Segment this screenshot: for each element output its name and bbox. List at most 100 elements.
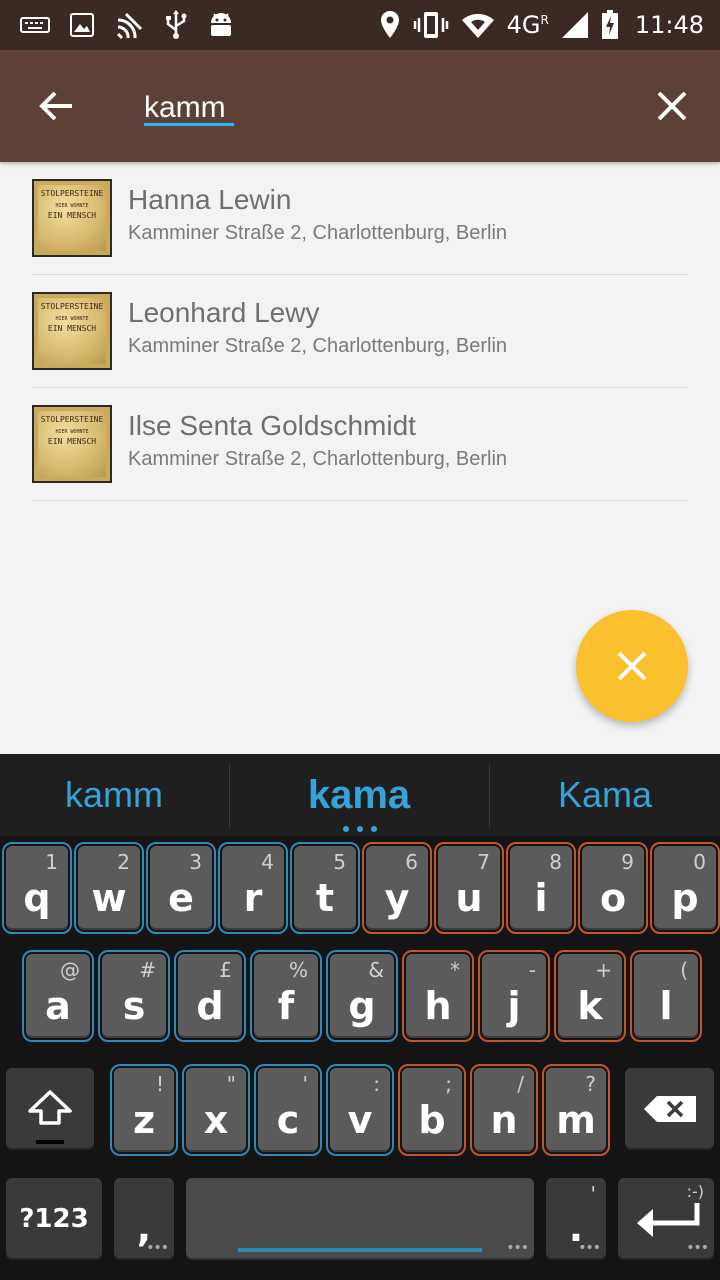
list-item[interactable]: STOLPERSTEINE HIER WOHNTE EIN MENSCH Leo…: [32, 275, 688, 388]
key-label: b: [418, 1098, 446, 1142]
keyboard-icon: [20, 17, 50, 33]
list-item[interactable]: STOLPERSTEINE HIER WOHNTE EIN MENSCH Han…: [32, 162, 688, 275]
key-hint: 1: [45, 850, 58, 874]
network-type: 4GR: [506, 11, 549, 39]
enter-icon: [637, 1203, 700, 1237]
symbols-key[interactable]: ?123: [6, 1178, 102, 1260]
list-item[interactable]: STOLPERSTEINE HIER WOHNTE EIN MENSCH Ils…: [32, 388, 688, 501]
key-x[interactable]: " x: [182, 1064, 250, 1156]
key-label: i: [534, 876, 548, 920]
key-hint: £: [219, 958, 232, 982]
stolperstein-thumbnail: STOLPERSTEINE HIER WOHNTE EIN MENSCH: [32, 179, 112, 257]
space-bar[interactable]: •••: [186, 1178, 534, 1260]
suggestion-3[interactable]: Kama: [490, 754, 720, 836]
close-icon: [617, 651, 647, 681]
person-name: Leonhard Lewy: [128, 297, 320, 328]
search-results-list: STOLPERSTEINE HIER WOHNTE EIN MENSCH Han…: [32, 162, 688, 501]
key-hint: ;: [445, 1072, 452, 1096]
key-q[interactable]: 1q: [2, 842, 72, 934]
fab-close-button[interactable]: [576, 610, 688, 722]
comma-key[interactable]: , •••: [114, 1178, 174, 1260]
key-label: f: [277, 984, 295, 1028]
key-hint: &: [368, 958, 384, 982]
key-k[interactable]: + k: [554, 950, 626, 1042]
key-label: v: [347, 1098, 373, 1142]
person-name: Ilse Senta Goldschmidt: [128, 410, 416, 441]
backspace-icon: [643, 1096, 696, 1122]
key-hint: 2: [117, 850, 130, 874]
key-l[interactable]: (l: [630, 950, 702, 1042]
key-j[interactable]: -j: [478, 950, 550, 1042]
key-hint: %: [288, 958, 308, 982]
key-hint: 4: [261, 850, 274, 874]
suggestion-2[interactable]: kama: [230, 754, 488, 836]
key-s[interactable]: # s: [98, 950, 170, 1042]
key-y[interactable]: 6y: [362, 842, 432, 934]
usb-icon: [166, 10, 187, 39]
thumbnail-text: HIER WOHNTE: [55, 203, 89, 209]
key-g[interactable]: & g: [326, 950, 398, 1042]
key-o[interactable]: 9o: [578, 842, 648, 934]
enter-key[interactable]: :-) •••: [618, 1178, 714, 1260]
key-hint: ': [302, 1072, 309, 1096]
key-a[interactable]: @ a: [22, 950, 94, 1042]
key-f[interactable]: % f: [250, 950, 322, 1042]
key-label: x: [203, 1098, 229, 1142]
key-d[interactable]: £ d: [174, 950, 246, 1042]
signal-icon: [561, 12, 588, 38]
clear-search-button[interactable]: [642, 76, 702, 136]
key-hint: :: [373, 1072, 380, 1096]
shift-icon: [28, 1090, 72, 1125]
suggestion-1[interactable]: kamm: [0, 754, 228, 836]
key-hint: ": [226, 1072, 236, 1096]
key-hint: 8: [549, 850, 562, 874]
shift-key[interactable]: [6, 1068, 94, 1150]
key-m[interactable]: ? m: [542, 1064, 610, 1156]
person-address: Kamminer Straße 2, Charlottenburg, Berli…: [128, 222, 508, 244]
key-p[interactable]: 0p: [650, 842, 720, 934]
key-label: q: [23, 876, 51, 920]
key-r[interactable]: 4r: [218, 842, 288, 934]
image-icon: [70, 13, 94, 37]
key-hint: 6: [405, 850, 418, 874]
android-icon: [211, 13, 231, 36]
arrow-back-icon: [39, 91, 72, 121]
key-i[interactable]: 8i: [506, 842, 576, 934]
key-v[interactable]: :v: [326, 1064, 394, 1156]
key-hint: !: [155, 1072, 164, 1096]
key-label: y: [384, 876, 410, 920]
key-label: m: [556, 1098, 596, 1142]
period-key[interactable]: ' . •••: [546, 1178, 606, 1260]
back-button[interactable]: [26, 76, 86, 136]
key-t[interactable]: 5t: [290, 842, 360, 934]
key-label: n: [490, 1098, 518, 1142]
key-label: o: [599, 876, 627, 920]
key-e[interactable]: 3e: [146, 842, 216, 934]
key-z[interactable]: ! z: [110, 1064, 178, 1156]
person-name: Hanna Lewin: [128, 184, 292, 215]
wifi-icon: [461, 13, 494, 39]
key-hint: 5: [333, 850, 346, 874]
thumbnail-text: HIER WOHNTE: [55, 429, 89, 435]
key-hint: 9: [621, 850, 634, 874]
vibrate-icon: [413, 12, 448, 38]
key-w[interactable]: 2w: [74, 842, 144, 934]
key-hint: (: [680, 958, 688, 982]
key-u[interactable]: 7u: [434, 842, 504, 934]
key-label: s: [122, 984, 146, 1028]
key-label: w: [91, 876, 127, 920]
key-label: p: [671, 876, 699, 920]
key-label: g: [348, 984, 376, 1028]
key-label: k: [577, 984, 603, 1028]
key-h[interactable]: * h: [402, 950, 474, 1042]
key-label: d: [196, 984, 224, 1028]
key-c[interactable]: ' c: [254, 1064, 322, 1156]
key-label: a: [45, 984, 71, 1028]
key-hint: ?: [585, 1072, 596, 1096]
backspace-key[interactable]: [625, 1068, 714, 1150]
key-b[interactable]: ; b: [398, 1064, 466, 1156]
battery-charging-icon: [601, 10, 618, 39]
more-suggestions-indicator: [343, 826, 377, 832]
key-n[interactable]: / n: [470, 1064, 538, 1156]
key-label: h: [424, 984, 452, 1028]
